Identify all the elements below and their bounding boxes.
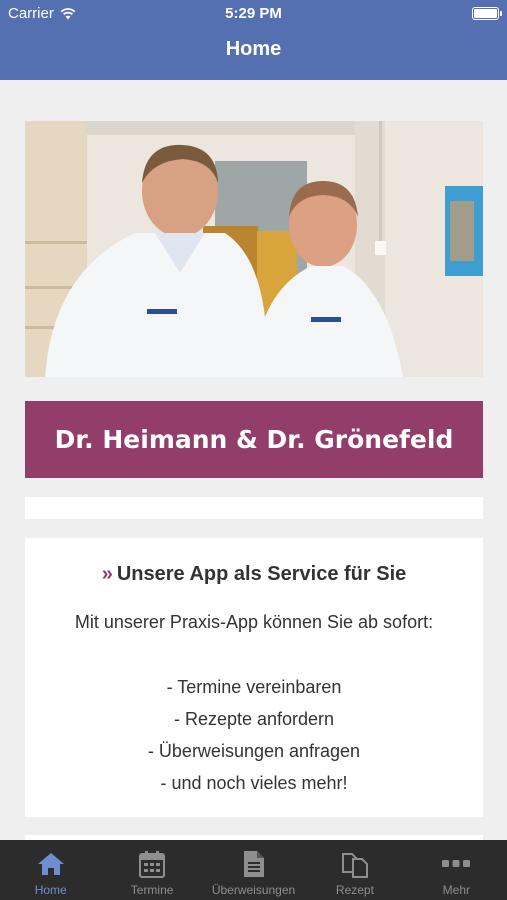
tab-label: Termine [130, 883, 174, 897]
tab-mehr[interactable]: Mehr [406, 840, 507, 900]
tab-label: Überweisungen [211, 883, 296, 897]
doctors-photo [25, 121, 483, 377]
service-card: » Unsere App als Service für Sie Mit unse… [25, 538, 483, 817]
tab-bar: Home Termine Überweisungen Rezept Mehr [0, 840, 507, 900]
empty-card [25, 497, 483, 519]
top-bar: Carrier 5:29 PM Home [0, 0, 507, 80]
service-list: - Termine vereinbaren - Rezepte anforder… [25, 671, 483, 799]
tab-termine[interactable]: Termine [101, 840, 202, 900]
calendar-icon [137, 849, 167, 879]
home-icon [36, 849, 66, 879]
list-item: - Überweisungen anfragen [147, 741, 361, 761]
copy-icon [340, 849, 370, 879]
service-heading: » Unsere App als Service für Sie [25, 563, 483, 586]
battery-icon [472, 7, 502, 20]
list-item: - Rezepte anfordern [173, 709, 335, 729]
page-title: Home [225, 38, 282, 60]
list-item: - und noch vieles mehr! [160, 773, 348, 793]
document-icon [239, 849, 269, 879]
tab-label: Mehr [442, 883, 470, 897]
tab-label: Home [34, 883, 67, 897]
list-item: - Termine vereinbaren [166, 677, 342, 697]
more-icon [441, 849, 471, 879]
status-time: 5:29 PM [225, 5, 282, 22]
doctors-photo-illustration [25, 121, 483, 377]
tab-home[interactable]: Home [0, 840, 101, 900]
practice-name: Dr. Heimann & Dr. Grönefeld [54, 425, 454, 454]
tab-label: Rezept [335, 883, 374, 897]
service-intro: Mit unserer Praxis-App können Sie ab sof… [74, 612, 434, 632]
tab-ueberweisungen[interactable]: Überweisungen [203, 840, 304, 900]
practice-banner: Dr. Heimann & Dr. Grönefeld [25, 401, 483, 478]
status-bar: Carrier 5:29 PM [0, 0, 507, 28]
quote-mark: » [101, 563, 113, 585]
service-heading-text: Unsere App als Service für Sie [116, 563, 407, 585]
tab-rezept[interactable]: Rezept [304, 840, 405, 900]
